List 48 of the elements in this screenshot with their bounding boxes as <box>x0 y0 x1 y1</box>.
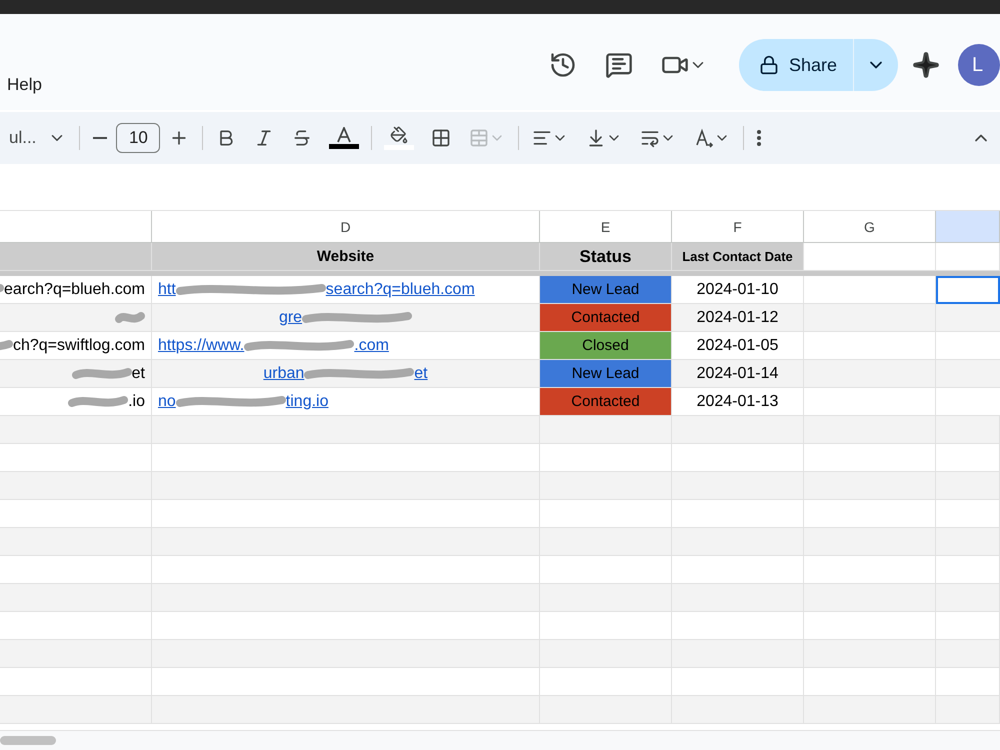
status-tag: New Lead <box>540 276 672 304</box>
cell-text: .io <box>128 392 145 410</box>
borders-icon <box>431 128 452 148</box>
menu-item[interactable]: Help <box>7 75 42 95</box>
status-tag: New Lead <box>540 360 672 388</box>
more-icon <box>757 130 762 146</box>
text-rotation-icon <box>694 128 714 148</box>
minus-icon <box>93 137 108 139</box>
avatar[interactable]: L <box>958 44 1000 86</box>
website-link[interactable]: .com <box>354 336 389 354</box>
website-link[interactable]: htt <box>158 280 176 298</box>
font-size-field[interactable]: 10 <box>116 123 160 153</box>
font-dropdown[interactable]: ul... <box>0 128 76 148</box>
cell-text: earch?q=blueh.com <box>4 280 145 298</box>
column-header[interactable]: E <box>540 211 672 243</box>
history-icon <box>548 51 577 79</box>
cell-text: et <box>132 364 145 382</box>
column-header[interactable]: F <box>672 211 804 243</box>
status-tag: Closed <box>540 332 672 360</box>
website-link[interactable]: https://www. <box>158 336 244 354</box>
sparkle-icon <box>912 51 940 79</box>
lock-icon <box>758 55 779 75</box>
strikethrough-icon <box>292 128 312 148</box>
website-link[interactable]: et <box>414 364 428 382</box>
column-header[interactable]: G <box>804 211 936 243</box>
text-color-icon <box>336 127 352 143</box>
redaction-scribble <box>72 366 132 380</box>
column-header[interactable]: D <box>152 211 540 243</box>
header-cell: Website <box>152 243 540 271</box>
redaction-scribble <box>68 394 128 408</box>
table-cell <box>936 696 1000 724</box>
website-link[interactable]: no <box>158 392 176 410</box>
table-cell[interactable] <box>936 276 1000 304</box>
cell-text: ch?q=swiftlog.com <box>12 336 145 354</box>
paint-bucket-icon <box>390 126 408 144</box>
scrollbar-thumb[interactable] <box>0 736 56 745</box>
website-link[interactable]: gre <box>278 308 302 326</box>
status-tag: Contacted <box>540 388 672 416</box>
comment-icon <box>604 51 633 79</box>
share-button[interactable]: Share <box>738 39 898 91</box>
header-cell: Status <box>540 243 672 271</box>
website-link[interactable]: ting.io <box>286 392 328 410</box>
header-cell: Last Contact Date <box>672 243 804 271</box>
merge-icon <box>469 128 490 148</box>
redaction-scribble <box>115 310 145 324</box>
website-link[interactable]: urban <box>263 364 304 382</box>
website-link[interactable]: search?q=blueh.com <box>326 280 475 298</box>
status-tag: Contacted <box>540 304 672 332</box>
